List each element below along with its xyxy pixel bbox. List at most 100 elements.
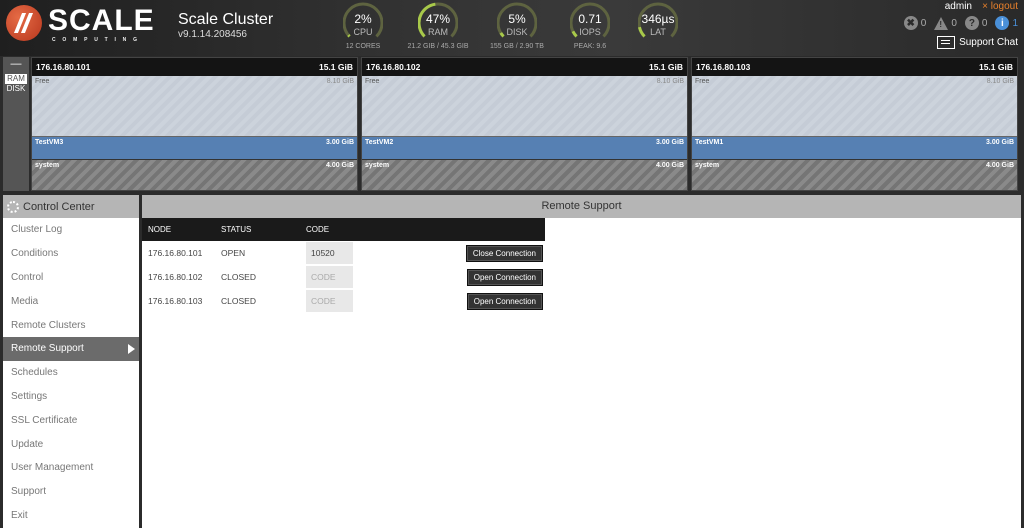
- vm-memory-segment[interactable]: TestVM2 3.00 GiB: [362, 137, 687, 160]
- ram-gauge[interactable]: 47% RAM 21.2 GIB / 45.3 GIB: [403, 2, 473, 54]
- warning-count: 0: [951, 17, 957, 29]
- free-memory-segment: Free 8.10 GiB: [362, 76, 687, 137]
- node-header[interactable]: 176.16.80.102 15.1 GiB: [362, 58, 687, 76]
- sidebar-item-media[interactable]: Media: [3, 289, 139, 313]
- vm-memory: 3.00 GiB: [985, 139, 1014, 146]
- node-header[interactable]: 176.16.80.101 15.1 GiB: [32, 58, 357, 76]
- scale-logo[interactable]: SCALE COMPUTING: [6, 5, 154, 45]
- cpu-gauge[interactable]: 2% CPU 12 CORES: [328, 2, 398, 54]
- system-memory-segment: system 4.00 GiB: [692, 160, 1017, 190]
- close-connection-button[interactable]: Close Connection: [465, 244, 543, 262]
- node-ip: 176.16.80.102: [366, 62, 421, 72]
- node-header[interactable]: 176.16.80.103 15.1 GiB: [692, 58, 1017, 76]
- free-label: Free: [365, 78, 380, 85]
- column-header-code: CODE: [306, 225, 330, 234]
- disk-gauge[interactable]: 5% DISK 155 GB / 2.90 TB: [482, 2, 552, 54]
- error-alerts[interactable]: ✖ 0: [903, 16, 927, 30]
- sidebar-item-remote-support[interactable]: Remote Support: [3, 336, 139, 361]
- panel-title: Remote Support: [142, 195, 1021, 218]
- logo-wordmark: SCALE: [48, 4, 155, 37]
- sidebar-item-support[interactable]: Support: [3, 480, 139, 504]
- cpu-value: 2%: [354, 12, 372, 26]
- top-header: SCALE COMPUTING Scale Cluster v9.1.14.20…: [0, 0, 1024, 56]
- status-cell: CLOSED: [221, 296, 256, 306]
- disk-value: 5%: [508, 12, 526, 26]
- error-icon: ✖: [903, 16, 918, 30]
- sidebar-item-user-management[interactable]: User Management: [3, 456, 139, 480]
- vm-name: TestVM2: [365, 139, 394, 146]
- node-total-ram: 15.1 GiB: [318, 62, 353, 72]
- sidebar-item-exit[interactable]: Exit: [3, 504, 139, 528]
- iops-gauge[interactable]: 0.71 IOPS PEAK: 9.6: [555, 2, 625, 54]
- ram-view-option[interactable]: RAM: [5, 74, 27, 84]
- question-count: 0: [981, 17, 988, 29]
- sidebar-item-schedules[interactable]: Schedules: [3, 361, 139, 385]
- sidebar-item-ssl-certificate[interactable]: SSL Certificate: [3, 408, 139, 432]
- view-toggle: — RAM DISK: [3, 57, 29, 191]
- username: admin: [944, 1, 972, 12]
- iops-label: IOPS: [579, 27, 601, 37]
- code-field[interactable]: CODE: [306, 290, 353, 312]
- column-header-node: NODE: [148, 225, 172, 234]
- sidebar-item-settings[interactable]: Settings: [3, 385, 139, 409]
- sidebar-item-control[interactable]: Control: [3, 266, 139, 290]
- warning-alerts[interactable]: ! 0: [934, 16, 957, 30]
- question-icon: ?: [964, 16, 979, 30]
- iops-detail: PEAK: 9.6: [573, 43, 607, 50]
- vm-memory-segment[interactable]: TestVM1 3.00 GiB: [692, 137, 1017, 160]
- question-alerts[interactable]: ? 0: [964, 16, 988, 30]
- sidebar-item-cluster-log[interactable]: Cluster Log: [3, 218, 139, 242]
- sidebar-item-label: Schedules: [11, 367, 58, 379]
- node-cell: 176.16.80.101: [148, 248, 203, 258]
- logout-link[interactable]: × logout: [982, 1, 1018, 12]
- logo-subtitle: COMPUTING: [52, 37, 144, 43]
- sidebar-item-label: Settings: [11, 390, 48, 402]
- sidebar-item-conditions[interactable]: Conditions: [3, 242, 139, 266]
- info-count: 1: [1012, 17, 1018, 29]
- support-chat-button[interactable]: Support Chat: [937, 36, 1018, 49]
- node-panel: 176.16.80.102 15.1 GiB Free 8.10 GiB Tes…: [361, 57, 688, 191]
- control-center-sidebar: Control Center Cluster Log Conditions Cont…: [3, 195, 141, 528]
- code-field[interactable]: 10520: [306, 242, 353, 264]
- free-label: Free: [695, 78, 710, 85]
- disk-view-option[interactable]: DISK: [3, 84, 29, 94]
- lat-value: 346µs: [641, 12, 675, 26]
- system-memory-segment: system 4.00 GiB: [32, 160, 357, 190]
- sidebar-item-label: Media: [11, 295, 39, 307]
- system-memory: 4.00 GiB: [655, 162, 684, 169]
- vm-memory-segment[interactable]: TestVM3 3.00 GiB: [32, 137, 357, 160]
- action-cell: Open Connection: [354, 292, 545, 310]
- info-alerts[interactable]: i 1: [995, 16, 1018, 30]
- collapse-button[interactable]: —: [3, 57, 29, 74]
- error-count: 0: [920, 17, 927, 29]
- open-connection-button[interactable]: Open Connection: [466, 292, 543, 310]
- remote-support-panel: Remote Support NODE STATUS CODE 176.16.8…: [142, 195, 1021, 528]
- info-icon: i: [995, 16, 1010, 30]
- code-field[interactable]: CODE: [306, 266, 353, 288]
- sidebar-item-label: Remote Clusters: [11, 319, 86, 331]
- node-cell: 176.16.80.102: [148, 272, 203, 282]
- system-memory-segment: system 4.00 GiB: [362, 160, 687, 190]
- chat-icon: [937, 36, 956, 49]
- free-value: 8.10 GiB: [656, 78, 684, 85]
- ram-label: RAM: [428, 27, 448, 37]
- table-row: 176.16.80.102 CLOSED CODE Open Connectio…: [142, 265, 545, 289]
- sidebar-item-label: Remote Support: [11, 343, 84, 355]
- open-connection-button[interactable]: Open Connection: [466, 268, 543, 286]
- sidebar-item-label: SSL Certificate: [11, 414, 78, 426]
- free-memory-segment: Free 8.10 GiB: [692, 76, 1017, 137]
- cluster-version: v9.1.14.208456: [178, 29, 247, 40]
- column-header-status: STATUS: [221, 225, 252, 234]
- table-row: 176.16.80.101 OPEN 10520 Close Connectio…: [142, 241, 545, 265]
- sidebar-item-update[interactable]: Update: [3, 432, 139, 456]
- sidebar-item-label: Exit: [11, 509, 28, 521]
- sidebar-item-remote-clusters[interactable]: Remote Clusters: [3, 313, 139, 337]
- disk-label: DISK: [506, 27, 528, 37]
- system-label: system: [695, 162, 720, 169]
- system-memory: 4.00 GiB: [985, 162, 1014, 169]
- action-cell: Close Connection: [354, 244, 545, 262]
- cluster-title: Scale Cluster: [178, 11, 274, 28]
- action-cell: Open Connection: [354, 268, 545, 286]
- code-cell: CODE: [306, 266, 354, 288]
- lat-gauge[interactable]: 346µs LAT: [623, 2, 693, 54]
